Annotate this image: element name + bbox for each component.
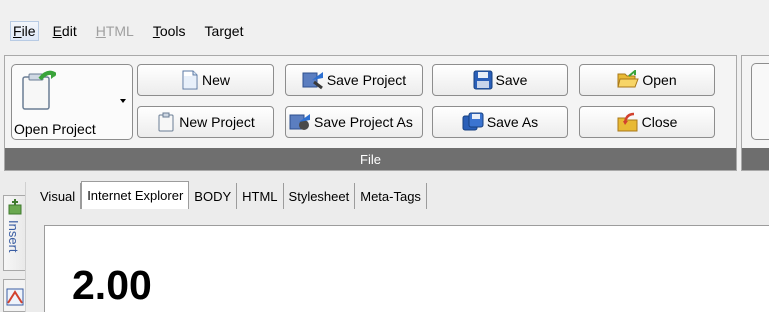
ribbon-next-button[interactable] [751,63,769,140]
tab-visual[interactable]: Visual [34,183,82,209]
insert-icon [8,199,22,215]
save-as-icon [462,112,484,131]
tab-stylesheet[interactable]: Stylesheet [283,183,356,209]
menu-edit-mnemonic: E [52,22,62,39]
tab-meta-tags-label: Meta-Tags [360,188,421,204]
menu-file-mnemonic: F [13,22,22,39]
new-project-button[interactable]: New Project [137,106,274,138]
document-value: 2.00 [72,262,152,308]
menu-tools-mnemonic: T [152,22,160,39]
tab-internet-explorer-label: Internet Explorer [87,188,184,203]
tab-body[interactable]: BODY [189,183,238,209]
tab-internet-explorer[interactable]: Internet Explorer [81,181,190,209]
save-as-button[interactable]: Save As [432,106,568,138]
save-project-as-button[interactable]: Save Project As [285,106,423,138]
close-button-label: Close [641,114,678,130]
open-project-label: Open Project [14,121,96,137]
tab-meta-tags[interactable]: Meta-Tags [355,183,427,209]
tab-body-label: BODY [194,188,232,204]
tab-html-label: HTML [242,188,278,204]
new-document-icon [182,70,198,90]
ribbon-file-group: Open Project New Save Project Save Open … [4,55,737,171]
ribbon-next-group-label [742,148,769,170]
menu-html-rest: TML [105,22,134,39]
open-button-label: Open [642,72,677,88]
sidebar-tab-2[interactable] [3,279,25,312]
menu-file[interactable]: File [10,20,39,41]
floppy-disk-icon [473,70,493,90]
menu-target-mnemonic: g [223,22,232,39]
save-project-button[interactable]: Save Project [285,64,423,96]
tab-stylesheet-label: Stylesheet [288,188,350,204]
menu-tools[interactable]: Tools [153,23,186,39]
tab-html[interactable]: HTML [237,183,284,209]
open-button[interactable]: Open [579,64,715,96]
open-project-icon [22,70,56,110]
save-button-label: Save [495,72,528,88]
sidebar-insert-label: Insert [6,220,21,253]
menu-bar: File Edit HTML Tools Target [0,0,769,55]
editor-tabs: Visual Internet Explorer BODY HTML Style… [34,181,769,209]
ribbon-next-group [741,55,769,171]
menu-file-rest: ile [21,22,36,39]
ribbon-group-label: File [5,148,736,170]
new-button-label: New [201,72,230,88]
save-button[interactable]: Save [432,64,568,96]
save-project-label: Save Project [326,72,407,88]
save-project-as-icon [289,114,310,130]
new-button[interactable]: New [137,64,274,96]
tab-visual-label: Visual [40,188,76,204]
menu-edit[interactable]: Edit [53,23,77,39]
sidebar-tab-insert[interactable]: Insert [3,195,25,271]
preview-gutter-top [34,209,769,225]
menu-target[interactable]: Target [205,23,244,39]
close-button[interactable]: Close [579,106,715,138]
chevron-down-icon[interactable] [120,99,126,103]
folder-open-icon [617,70,640,88]
open-project-button[interactable]: Open Project [11,64,133,140]
preview-page[interactable]: 2.00 [44,225,769,312]
menu-tools-rest: ools [159,22,186,39]
save-project-icon [302,72,323,90]
folder-close-icon [617,112,638,132]
save-project-as-label: Save Project As [314,114,413,130]
menu-html[interactable]: HTML [96,23,134,39]
menu-target-rest: et [231,22,244,39]
menu-edit-rest: dit [61,22,77,39]
new-project-icon [158,112,174,132]
browser-preview-pane: 2.00 [34,209,769,312]
menu-html-mnemonic: H [95,22,106,39]
image-icon [6,288,24,306]
save-as-label: Save As [486,114,539,130]
menu-target-pre: Tar [204,22,224,39]
new-project-label: New Project [179,114,255,130]
